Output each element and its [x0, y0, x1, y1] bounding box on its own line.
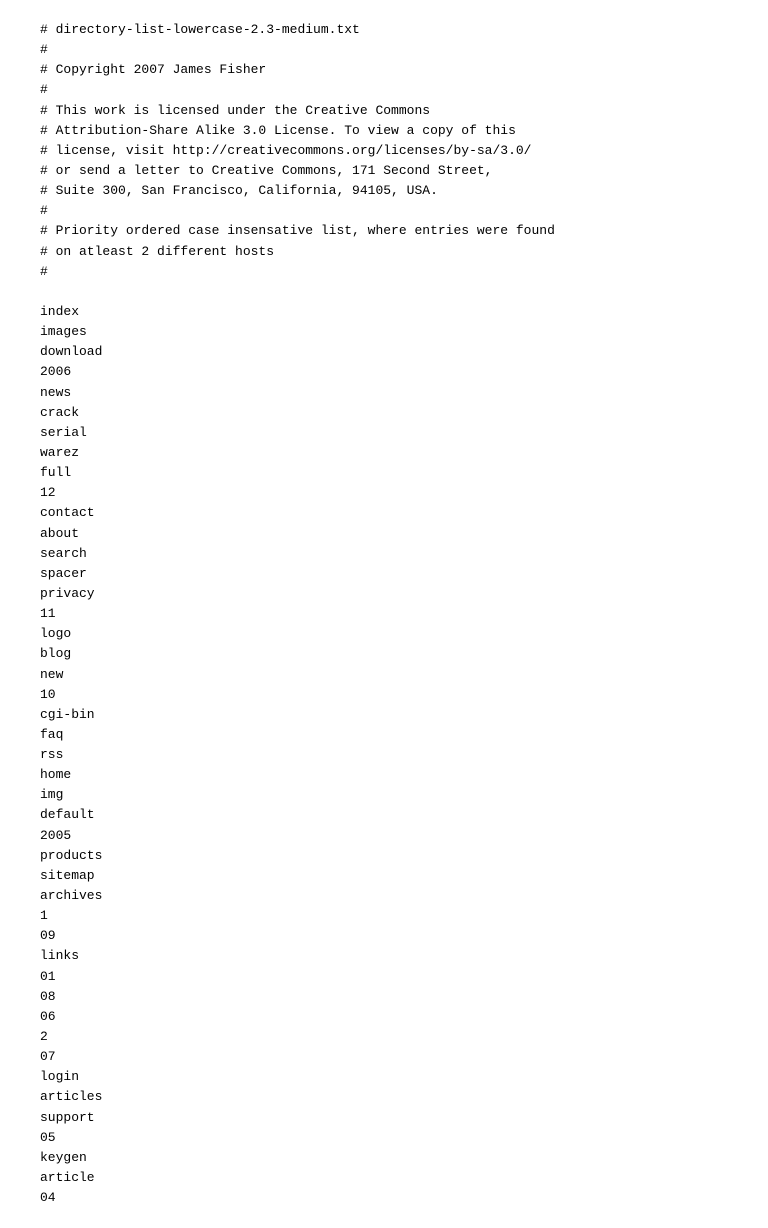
file-content: # directory-list-lowercase-2.3-medium.tx…	[40, 20, 728, 1208]
